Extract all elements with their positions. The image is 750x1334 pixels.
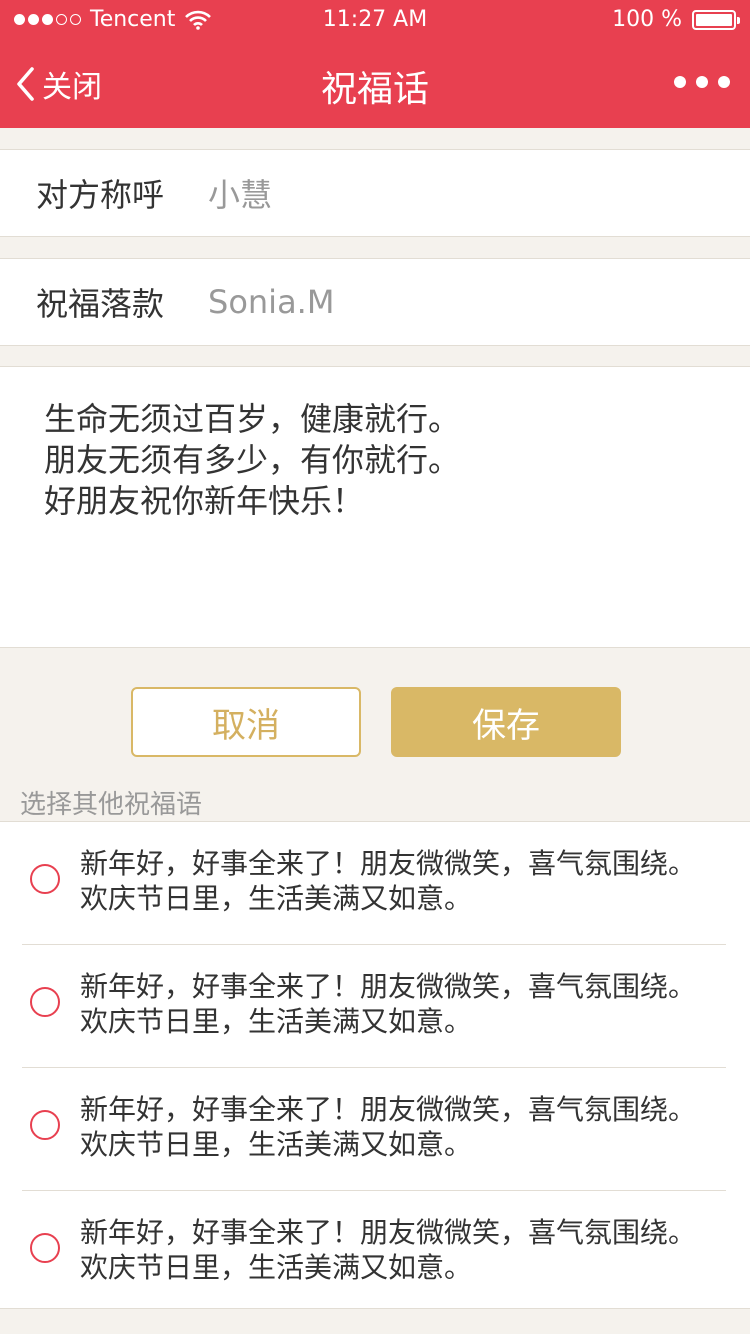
blessing-line: 新年好，好事全来了！朋友微微笑，喜气氛围绕。 xyxy=(80,1216,697,1249)
status-right: 100 % xyxy=(612,7,740,32)
blessing-line: 欢庆节日里，生活美满又如意。 xyxy=(80,1005,473,1038)
blessing-text: 新年好，好事全来了！朋友微微笑，喜气氛围绕。 欢庆节日里，生活美满又如意。 xyxy=(80,969,720,1039)
page-title: 祝福话 xyxy=(320,69,429,110)
blessing-text: 新年好，好事全来了！朋友微微笑，喜气氛围绕。 欢庆节日里，生活美满又如意。 xyxy=(80,1092,720,1162)
message-line: 生命无须过百岁，健康就行。 xyxy=(44,400,461,438)
recipient-label: 对方称呼 xyxy=(36,176,165,214)
blessing-line: 欢庆节日里，生活美满又如意。 xyxy=(80,1128,473,1161)
nav-bar: 关闭 祝福话 xyxy=(0,40,750,128)
blessing-line: 欢庆节日里，生活美满又如意。 xyxy=(80,1251,473,1284)
cancel-button[interactable]: 取消 xyxy=(131,687,361,757)
message-line: 好朋友祝你新年快乐！ xyxy=(44,482,365,520)
header: Tencent 11:27 AM 100 % 关闭 祝福话 xyxy=(0,0,750,128)
message-line: 朋友无须有多少，有你就行。 xyxy=(44,441,461,479)
radio-circle-icon[interactable] xyxy=(30,1233,60,1263)
message-textarea[interactable]: 生命无须过百岁，健康就行。 朋友无须有多少，有你就行。 好朋友祝你新年快乐！ xyxy=(0,366,750,648)
signature-label: 祝福落款 xyxy=(36,285,165,323)
radio-circle-icon[interactable] xyxy=(30,1110,60,1140)
blessing-line: 新年好，好事全来了！朋友微微笑，喜气氛围绕。 xyxy=(80,847,697,880)
save-button[interactable]: 保存 xyxy=(391,687,621,757)
recipient-row: 对方称呼 xyxy=(0,149,750,237)
radio-circle-icon[interactable] xyxy=(30,987,60,1017)
blessing-line: 欢庆节日里，生活美满又如意。 xyxy=(80,882,473,915)
blessing-text: 新年好，好事全来了！朋友微微笑，喜气氛围绕。 欢庆节日里，生活美满又如意。 xyxy=(80,1215,720,1285)
blessing-text: 新年好，好事全来了！朋友微微笑，喜气氛围绕。 欢庆节日里，生活美满又如意。 xyxy=(80,846,720,916)
blessing-option[interactable]: 新年好，好事全来了！朋友微微笑，喜气氛围绕。 欢庆节日里，生活美满又如意。 xyxy=(22,1068,726,1191)
status-bar: Tencent 11:27 AM 100 % xyxy=(0,0,750,40)
message-text: 生命无须过百岁，健康就行。 朋友无须有多少，有你就行。 好朋友祝你新年快乐！ xyxy=(44,399,460,522)
more-dots-icon[interactable] xyxy=(664,76,730,88)
recipient-input[interactable] xyxy=(208,174,688,212)
blessing-list: 新年好，好事全来了！朋友微微笑，喜气氛围绕。 欢庆节日里，生活美满又如意。 新年… xyxy=(0,821,750,1309)
battery-percent: 100 % xyxy=(612,7,682,32)
blessing-line: 新年好，好事全来了！朋友微微笑，喜气氛围绕。 xyxy=(80,1093,697,1126)
signature-input[interactable] xyxy=(208,283,688,321)
blessing-line: 新年好，好事全来了！朋友微微笑，喜气氛围绕。 xyxy=(80,970,697,1003)
other-blessings-title: 选择其他祝福语 xyxy=(20,790,203,820)
battery-icon xyxy=(692,9,740,30)
blessing-option[interactable]: 新年好，好事全来了！朋友微微笑，喜气氛围绕。 欢庆节日里，生活美满又如意。 xyxy=(22,945,726,1068)
blessing-option[interactable]: 新年好，好事全来了！朋友微微笑，喜气氛围绕。 欢庆节日里，生活美满又如意。 xyxy=(22,822,726,945)
signature-row: 祝福落款 xyxy=(0,258,750,346)
blessing-option[interactable]: 新年好，好事全来了！朋友微微笑，喜气氛围绕。 欢庆节日里，生活美满又如意。 xyxy=(22,1191,726,1313)
radio-circle-icon[interactable] xyxy=(30,864,60,894)
